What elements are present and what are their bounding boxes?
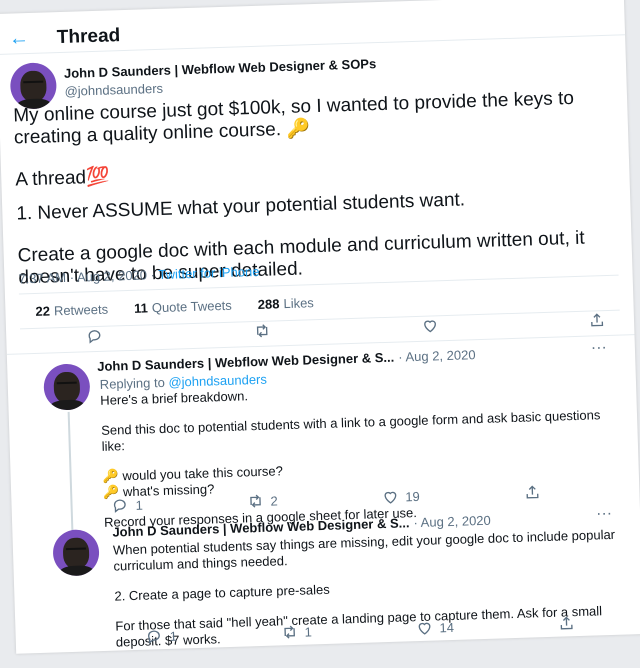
tweet-paragraph: 1. Never ASSUME what your potential stud… [16,189,466,225]
page-title: Thread [56,25,121,49]
more-icon[interactable]: ··· [591,339,608,357]
thread-header: ← Thread [0,0,626,56]
share-icon[interactable] [588,311,607,330]
reply-count: 1 [135,497,144,513]
more-icon[interactable]: ··· [596,505,613,523]
like-count: 14 [439,619,455,635]
retweet-icon[interactable] [253,322,272,341]
reply-tweet[interactable]: John D Saunders | Webflow Web Designer &… [7,339,635,530]
tweet-source[interactable]: Twitter for iPhone [158,264,260,282]
retweet-count: 2 [270,492,278,509]
reply-icon[interactable] [86,327,105,346]
replying-to-handle[interactable]: @johndsaunders [168,372,267,390]
reply-date[interactable]: · Aug 2, 2020 [398,347,476,364]
thread-page: ← Thread John D Saunders | Webflow Web D… [0,0,640,654]
author-name[interactable]: John D Saunders | Webflow Web Designer &… [97,350,394,374]
share-icon[interactable] [523,483,542,502]
heart-icon[interactable]: 14 [415,618,454,637]
tweet-paragraph: A thread💯 [14,166,111,191]
quote-tweets-stat[interactable]: 11 Quote Tweets [134,297,232,315]
reply-icon[interactable]: 1 [111,496,143,515]
reply-paragraph: Send this doc to potential students with… [100,407,601,454]
retweet-icon[interactable]: 2 [246,491,278,510]
reply-date[interactable]: · Aug 2, 2020 [413,513,491,530]
retweets-stat[interactable]: 22 Retweets [35,301,108,318]
reply-icon[interactable]: 1 [145,627,177,646]
like-count: 19 [405,488,420,504]
heart-icon[interactable] [420,316,439,335]
reply-paragraph: 2. Create a page to capture pre-sales [114,581,330,604]
likes-stat[interactable]: 288 Likes [258,295,315,312]
main-tweet-author: John D Saunders | Webflow Web Designer &… [64,56,377,99]
thread-connector [67,411,74,540]
retweet-count: 1 [304,623,313,640]
back-arrow-icon[interactable]: ← [9,27,30,51]
heart-icon[interactable]: 19 [381,487,420,506]
avatar[interactable] [43,363,91,411]
reply-header: John D Saunders | Webflow Web Designer &… [97,347,476,374]
avatar[interactable] [52,529,100,577]
share-icon[interactable] [557,614,576,633]
avatar[interactable] [9,62,58,110]
retweet-icon[interactable]: 1 [280,622,312,641]
reply-count: 1 [169,628,178,644]
